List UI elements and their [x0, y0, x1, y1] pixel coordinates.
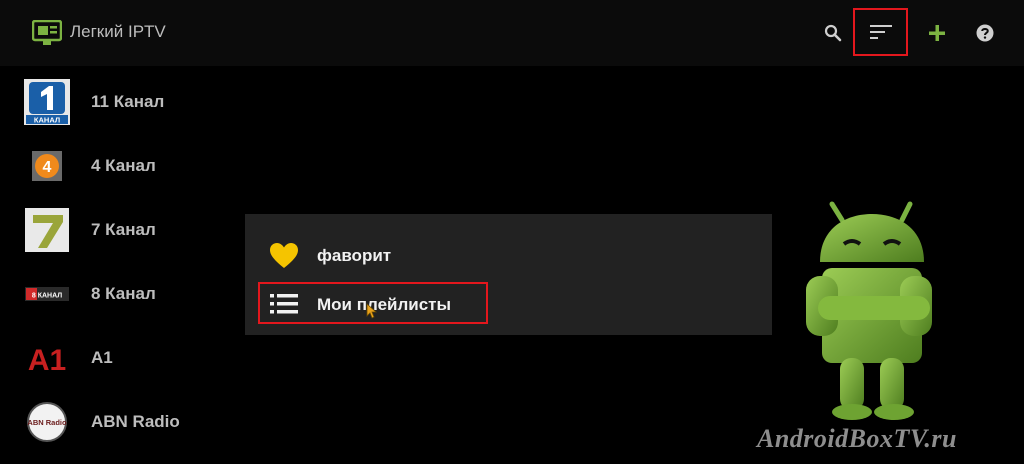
- tv-logo-icon: [32, 20, 62, 45]
- sort-popup-menu: фаворит Мои плейлисты: [245, 214, 772, 335]
- channel-logo: 4: [22, 141, 72, 191]
- channel-logo-text: 8 КАНАЛ: [32, 293, 62, 300]
- heart-icon: [267, 240, 301, 270]
- channel-item[interactable]: A1 A1: [0, 326, 220, 390]
- channel-logo: 7: [22, 205, 72, 255]
- channel-item[interactable]: 7 7 Канал: [0, 198, 220, 262]
- add-button[interactable]: [922, 18, 952, 48]
- watermark: AndroidBoxTV.ru: [757, 424, 957, 453]
- channel-logo: КАНАЛ: [22, 77, 72, 127]
- mouse-cursor-icon: [366, 303, 378, 319]
- channel-name: A1: [91, 348, 113, 367]
- channel-logo-text: A1: [28, 344, 66, 377]
- channel-name: 11 Канал: [91, 92, 165, 111]
- channel-logo-text: КАНАЛ: [34, 116, 60, 125]
- help-icon: [976, 24, 994, 42]
- channel-item[interactable]: ABN Radio ABN Radio: [0, 390, 220, 454]
- menu-item-label: фаворит: [317, 246, 392, 265]
- app-bar: Легкий IPTV: [0, 0, 1024, 66]
- channel-name: ABN Radio: [91, 412, 180, 431]
- channel-logo: 8 КАНАЛ: [22, 269, 72, 319]
- android-mascot-icon: [806, 201, 932, 420]
- menu-item-favorites[interactable]: фаворит: [245, 230, 772, 280]
- channel-item[interactable]: 8 КАНАЛ 8 Канал: [0, 262, 220, 326]
- channel-logo-text: ABN Radio: [27, 418, 67, 427]
- sort-icon: [869, 25, 892, 39]
- channel-item[interactable]: КАНАЛ 11 Канал: [0, 70, 220, 134]
- channel-logo: ABN Radio: [22, 397, 72, 447]
- search-icon: [824, 24, 842, 42]
- channel-logo-text: 7: [23, 206, 24, 207]
- search-button[interactable]: [818, 18, 848, 48]
- channel-item[interactable]: 4 4 Канал: [0, 134, 220, 198]
- plus-icon: [929, 25, 945, 41]
- help-button[interactable]: [970, 18, 1000, 48]
- channel-name: 4 Канал: [91, 156, 156, 175]
- channel-name: 8 Канал: [91, 284, 156, 303]
- channel-logo-text: 4: [43, 159, 52, 176]
- channel-logo: A1: [22, 333, 72, 383]
- channel-name: 7 Канал: [91, 220, 156, 239]
- app-title: Легкий IPTV: [70, 22, 166, 41]
- sort-menu-button[interactable]: [853, 8, 908, 56]
